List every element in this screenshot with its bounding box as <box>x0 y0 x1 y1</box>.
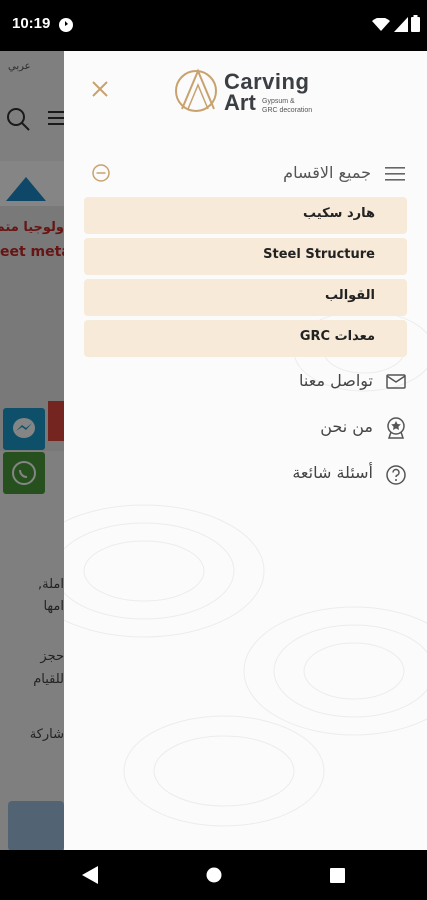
nav-label: أسئلة شائعة <box>292 463 373 482</box>
category-label: هارد سكيب <box>303 206 375 221</box>
wifi-icon <box>372 18 390 31</box>
navigation-drawer: Carving Art Gypsum & GRC decoration جميع… <box>64 51 427 850</box>
help-icon <box>386 465 406 485</box>
logo-word-2: Art <box>224 90 256 115</box>
category-list: هارد سكيب Steel Structure القوالب معدات … <box>84 197 407 361</box>
nav-label: تواصل معنا <box>299 371 373 390</box>
battery-icon <box>411 15 420 32</box>
status-time: 10:19 <box>12 15 51 32</box>
category-item-molds[interactable]: القوالب <box>84 279 407 316</box>
mail-icon <box>386 374 406 389</box>
logo-mark-icon <box>175 68 217 112</box>
cell-signal-icon <box>394 17 408 32</box>
category-item-steel-structure[interactable]: Steel Structure <box>84 238 407 275</box>
list-icon <box>385 167 405 181</box>
logo-tagline-2: GRC decoration <box>262 107 313 114</box>
brand-logo[interactable]: Carving Art Gypsum & GRC decoration <box>172 63 332 119</box>
nav-item-about[interactable]: من نحن <box>84 413 407 443</box>
award-icon <box>387 417 405 439</box>
collapse-icon[interactable] <box>91 163 111 183</box>
category-item-grc-equipment[interactable]: معدات GRC <box>84 320 407 357</box>
drawer-scrim[interactable] <box>0 51 64 850</box>
back-icon[interactable] <box>82 866 98 884</box>
drawer-header: Carving Art Gypsum & GRC decoration <box>64 51 427 129</box>
logo-tagline-1: Gypsum & <box>262 98 295 105</box>
nav-item-contact[interactable]: تواصل معنا <box>84 367 407 397</box>
category-label: معدات GRC <box>299 329 375 344</box>
categories-header[interactable]: جميع الاقسام <box>84 159 407 187</box>
system-navigation-bar <box>0 850 427 900</box>
category-label: القوالب <box>325 288 375 303</box>
category-label: Steel Structure <box>263 247 375 262</box>
status-bar: 10:19 <box>0 0 427 51</box>
media-indicator-icon <box>59 18 73 32</box>
categories-title: جميع الاقسام <box>283 163 371 182</box>
recents-icon[interactable] <box>330 868 345 883</box>
category-item-hardscape[interactable]: هارد سكيب <box>84 197 407 234</box>
nav-label: من نحن <box>320 417 373 436</box>
home-icon[interactable] <box>206 867 222 883</box>
close-icon[interactable] <box>90 79 110 99</box>
nav-item-faq[interactable]: أسئلة شائعة <box>84 459 407 489</box>
